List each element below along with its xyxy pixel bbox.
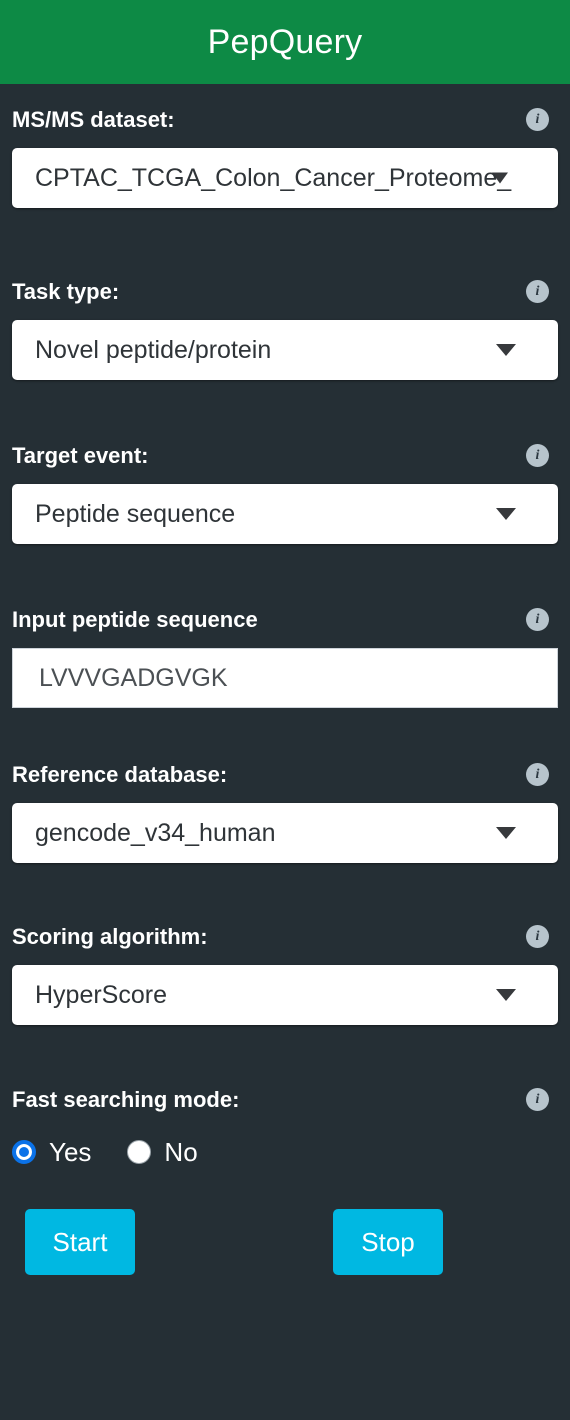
info-icon-task-type[interactable]: i — [526, 280, 549, 303]
chevron-down-icon-target-event — [496, 508, 516, 520]
label-row-reference-database: Reference database: i — [12, 763, 558, 786]
select-value-dataset: CPTAC_TCGA_Colon_Cancer_Proteome_ — [35, 163, 512, 192]
label-peptide-sequence: Input peptide sequence — [12, 606, 258, 632]
info-icon-peptide-sequence[interactable]: i — [526, 608, 549, 631]
label-ms-ms-dataset: MS/MS dataset: — [12, 106, 175, 132]
label-reference-database: Reference database: — [12, 761, 228, 787]
label-row-scoring-algorithm: Scoring algorithm: i — [12, 925, 558, 948]
radio-label-yes: Yes — [49, 1137, 92, 1167]
app-header: PepQuery — [0, 0, 570, 84]
query-form: MS/MS dataset: i CPTAC_TCGA_Colon_Cancer… — [0, 84, 570, 1275]
select-reference-database[interactable]: gencode_v34_human — [12, 803, 558, 863]
field-task-type: Task type: i Novel peptide/protein — [12, 208, 558, 380]
label-row-peptide-sequence: Input peptide sequence i — [12, 608, 558, 631]
select-value-scoring-algorithm: HyperScore — [35, 980, 167, 1009]
info-icon-reference-database[interactable]: i — [526, 763, 549, 786]
radio-indicator-yes[interactable] — [12, 1140, 36, 1164]
app-title: PepQuery — [207, 23, 363, 61]
select-ms-ms-dataset[interactable]: CPTAC_TCGA_Colon_Cancer_Proteome_ — [12, 148, 558, 208]
info-icon-target-event[interactable]: i — [526, 444, 549, 467]
label-row-target-event: Target event: i — [12, 444, 558, 467]
action-button-row: Start Stop — [12, 1209, 558, 1275]
label-row-task-type: Task type: i — [12, 280, 558, 303]
field-target-event: Target event: i Peptide sequence — [12, 380, 558, 544]
radio-label-no: No — [164, 1137, 198, 1167]
radio-indicator-no[interactable] — [127, 1140, 152, 1164]
chevron-down-icon-scoring-algorithm — [496, 989, 516, 1001]
radio-option-yes[interactable]: Yes — [12, 1139, 91, 1165]
select-value-task-type: Novel peptide/protein — [35, 335, 272, 364]
info-icon-dataset[interactable]: i — [526, 108, 549, 131]
field-fast-searching-mode: Fast searching mode: i Yes No — [12, 1025, 558, 1165]
field-reference-database: Reference database: i gencode_v34_human — [12, 708, 558, 863]
select-value-target-event: Peptide sequence — [35, 499, 236, 528]
label-row-dataset: MS/MS dataset: i — [12, 108, 558, 131]
label-scoring-algorithm: Scoring algorithm: — [12, 923, 208, 949]
label-task-type: Task type: — [12, 278, 120, 304]
stop-button[interactable]: Stop — [333, 1209, 443, 1275]
info-icon-fast-searching-mode[interactable]: i — [526, 1088, 549, 1111]
label-fast-searching-mode: Fast searching mode: — [12, 1086, 240, 1112]
select-task-type[interactable]: Novel peptide/protein — [12, 320, 558, 380]
radio-group-fast-searching-mode: Yes No — [12, 1139, 558, 1165]
info-icon-scoring-algorithm[interactable]: i — [526, 925, 549, 948]
textarea-value-peptide-sequence: LVVVGADGVGK — [39, 663, 228, 692]
chevron-down-icon-reference-database — [496, 827, 516, 839]
select-target-event[interactable]: Peptide sequence — [12, 484, 558, 544]
field-ms-ms-dataset: MS/MS dataset: i CPTAC_TCGA_Colon_Cancer… — [12, 84, 558, 208]
textarea-peptide-sequence[interactable]: LVVVGADGVGK — [12, 648, 558, 708]
radio-option-no[interactable]: No — [127, 1137, 198, 1167]
label-target-event: Target event: — [12, 442, 149, 468]
field-scoring-algorithm: Scoring algorithm: i HyperScore — [12, 863, 558, 1025]
select-scoring-algorithm[interactable]: HyperScore — [12, 965, 558, 1025]
select-value-reference-database: gencode_v34_human — [35, 818, 276, 847]
field-peptide-sequence: Input peptide sequence i LVVVGADGVGK — [12, 544, 558, 708]
label-row-fast-searching-mode: Fast searching mode: i — [12, 1088, 558, 1111]
chevron-down-icon-task-type — [496, 344, 516, 356]
start-button[interactable]: Start — [25, 1209, 135, 1275]
